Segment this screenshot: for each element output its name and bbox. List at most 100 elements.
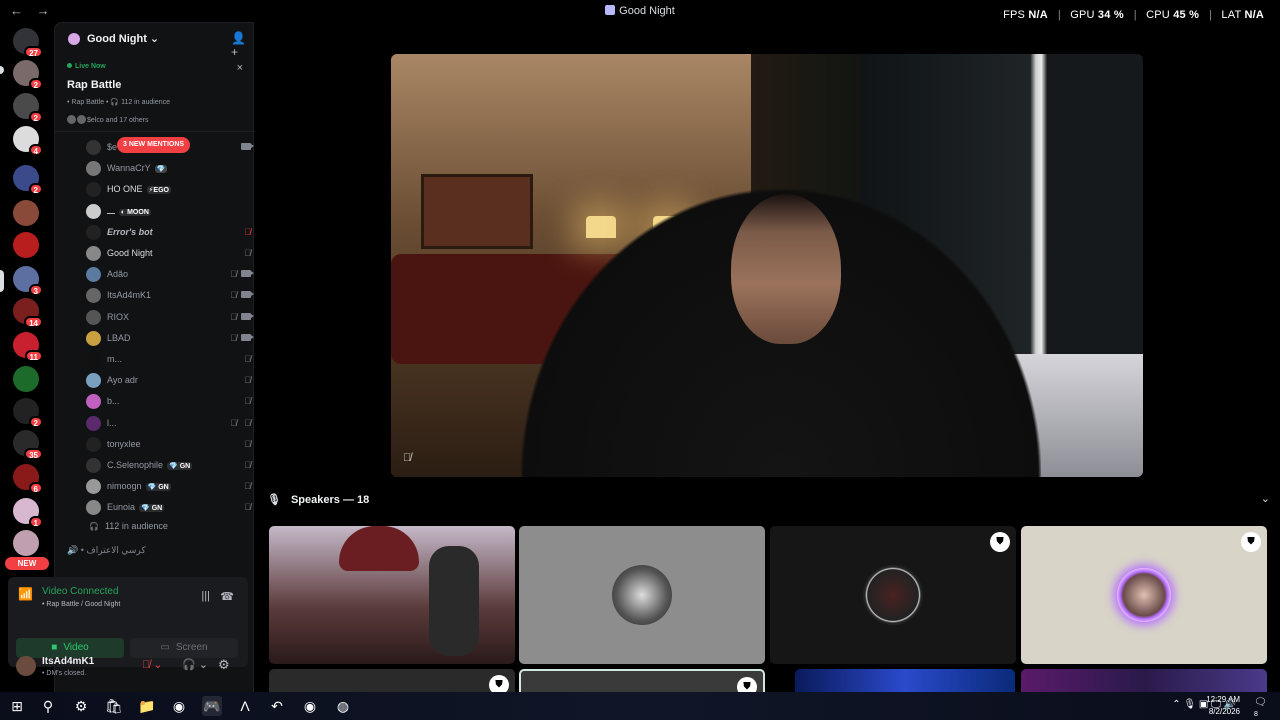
direct-messages-icon[interactable]: 27 xyxy=(13,28,43,58)
member-name: ـــ ◐ MOON xyxy=(107,205,151,216)
stage-channel-item[interactable]: 🔊 • كرسي الاعتراف xyxy=(67,545,146,556)
lat-value: N/A xyxy=(1244,9,1264,21)
speaker-tile[interactable] xyxy=(1021,669,1267,692)
avatar xyxy=(1117,568,1171,622)
discord-app-icon[interactable]: 🎮 xyxy=(202,696,222,716)
camera-icon xyxy=(241,143,254,150)
member-row[interactable]: b... 🎙̸ xyxy=(83,391,253,411)
speaker-tile[interactable]: ⛊ xyxy=(269,669,515,692)
server-name[interactable]: Good Night ⌄ xyxy=(87,32,159,45)
mic-muted-icon: 🎙̸ xyxy=(244,375,251,386)
mic-muted-icon: 🎙̸ xyxy=(230,332,237,343)
chrome-profile-icon[interactable]: ◉ xyxy=(300,696,320,716)
avatar xyxy=(863,565,923,625)
app-icon[interactable]: ◍ xyxy=(333,696,353,716)
server-icon[interactable]: 2 xyxy=(13,93,43,123)
connection-status[interactable]: Video Connected xyxy=(42,586,119,597)
server-icon[interactable]: 11 xyxy=(13,332,43,362)
mic-muted-icon[interactable]: 🎙̸ ⌄ xyxy=(142,658,163,671)
noise-suppression-icon[interactable]: ||| xyxy=(201,590,210,602)
server-icon[interactable]: 2 xyxy=(13,60,43,90)
lat-label: LAT xyxy=(1221,9,1242,21)
featured-video[interactable]: 🎙̸ xyxy=(391,54,1143,477)
server-icon[interactable] xyxy=(13,530,39,556)
avatar xyxy=(86,479,101,495)
speaker-tile[interactable]: ⛊ xyxy=(770,526,1016,664)
avatar xyxy=(86,246,101,261)
gpu-label: GPU xyxy=(1070,9,1095,21)
chevron-down-icon[interactable]: ⌄ xyxy=(1261,492,1270,505)
folder-icon[interactable]: 📁 xyxy=(137,696,157,716)
speaker-tile[interactable] xyxy=(269,526,515,664)
member-name: $e xyxy=(107,142,118,152)
member-row[interactable]: ـــ ◐ MOON xyxy=(83,201,253,221)
speakers-header: 🎙 Speakers — 18 xyxy=(267,494,370,506)
clock[interactable]: 12:29 AM 8/2/2026 xyxy=(1200,694,1240,718)
disconnect-icon[interactable]: ☎ xyxy=(220,590,234,603)
connection-channel[interactable]: • Rap Battle / Good Night xyxy=(42,601,120,608)
server-icon[interactable] xyxy=(13,232,39,258)
signal-strength-icon[interactable]: 📶 xyxy=(18,587,34,603)
member-row[interactable]: ItsAd4mK1 🎙̸ xyxy=(83,285,254,305)
settings-icon[interactable]: ⚙ xyxy=(71,696,91,716)
server-icon xyxy=(605,5,616,15)
close-icon[interactable]: × xyxy=(237,62,243,74)
member-name: ΗΟ ΟΝΕ ⚡EGO xyxy=(107,184,171,195)
server-icon[interactable] xyxy=(13,200,39,226)
server-avatar-icon xyxy=(68,33,80,45)
avatar[interactable] xyxy=(16,656,36,676)
search-icon[interactable]: ⚲ xyxy=(38,696,58,716)
new-unreads-badge[interactable]: NEW xyxy=(5,557,49,570)
member-name: Eunoia 💎 GN xyxy=(107,502,165,513)
server-icon[interactable]: 3 xyxy=(13,266,43,296)
member-row[interactable]: m... 🎙̸ xyxy=(83,349,253,369)
member-row[interactable]: ΗΟ ΟΝΕ ⚡EGO xyxy=(83,179,253,199)
member-row[interactable]: Good Night 🎙̸ xyxy=(83,243,253,263)
member-row[interactable]: Ayo adr 🎙̸ xyxy=(83,370,253,390)
username[interactable]: ItsAd4mK1 xyxy=(42,656,94,667)
windows-start-icon[interactable]: ⊞ xyxy=(7,696,27,716)
member-row[interactable]: WannaCrY 💎 xyxy=(83,158,253,178)
member-row[interactable]: C.Selenophile 💎 GN 🎙̸ xyxy=(83,455,253,475)
member-row[interactable]: l... 🎙̸ 🎙̸ xyxy=(83,413,253,433)
avatar xyxy=(86,224,101,240)
member-row[interactable]: Adão 🎙̸ xyxy=(83,264,254,284)
gear-icon[interactable]: ⚙ xyxy=(218,657,230,673)
invite-people-icon[interactable]: 👤+ xyxy=(231,31,246,59)
chrome-icon[interactable]: ◉ xyxy=(169,696,189,716)
member-row[interactable]: tonyxlee 🎙̸ xyxy=(83,434,253,454)
notification-icon[interactable]: 🗨8 xyxy=(1254,697,1270,718)
speaker-tile[interactable] xyxy=(795,669,1015,692)
audience-count[interactable]: 112 in audience xyxy=(89,521,168,531)
terminal-icon[interactable]: Λ xyxy=(235,696,255,716)
member-name: Adão xyxy=(107,269,129,280)
mic-muted-icon: 🎙̸ xyxy=(230,311,237,322)
role-tag: 💎 xyxy=(154,165,168,174)
server-icon[interactable]: 35 xyxy=(13,430,43,460)
new-mentions-badge[interactable]: 3 NEW MENTIONS xyxy=(117,137,191,153)
member-row[interactable]: RIOX 🎙̸ xyxy=(83,307,254,327)
store-icon[interactable]: 🛍 xyxy=(104,696,124,716)
server-header[interactable]: Good Night ⌄ 👤+ xyxy=(55,23,255,59)
speaker-tile[interactable] xyxy=(519,526,765,664)
member-row[interactable]: LBAD 🎙̸ xyxy=(83,328,254,348)
member-row[interactable]: Eunoia 💎 GN 🎙̸ xyxy=(83,497,253,517)
server-icon[interactable]: 2 xyxy=(13,398,43,428)
speaker-tile[interactable]: ⛊ xyxy=(1021,526,1267,664)
mention-badge: 2 xyxy=(28,78,43,90)
member-name: ItsAd4mK1 xyxy=(107,290,152,301)
live-stage-card[interactable]: Live Now × Rap Battle • Rap Battle • 🎧 1… xyxy=(59,57,251,129)
speaker-tile[interactable]: ⛊ xyxy=(519,669,765,692)
gpu-value: 34 % xyxy=(1097,9,1124,21)
member-row[interactable]: nimoogn 💎 GN 🎙̸ xyxy=(83,476,253,496)
server-icon[interactable]: 14 xyxy=(13,298,43,328)
server-icon[interactable]: 1 xyxy=(13,498,43,528)
app-icon[interactable]: ↶ xyxy=(267,696,287,716)
server-icon[interactable]: 6 xyxy=(13,464,43,494)
headphones-icon[interactable]: 🎧 ⌄ xyxy=(182,658,208,671)
mention-badge: 3 xyxy=(28,284,43,296)
server-icon[interactable]: 2 xyxy=(13,165,43,195)
server-icon[interactable]: 4 xyxy=(13,126,43,156)
member-row[interactable]: Error's bot 🎙̸ xyxy=(83,222,253,242)
server-icon[interactable] xyxy=(13,366,39,392)
